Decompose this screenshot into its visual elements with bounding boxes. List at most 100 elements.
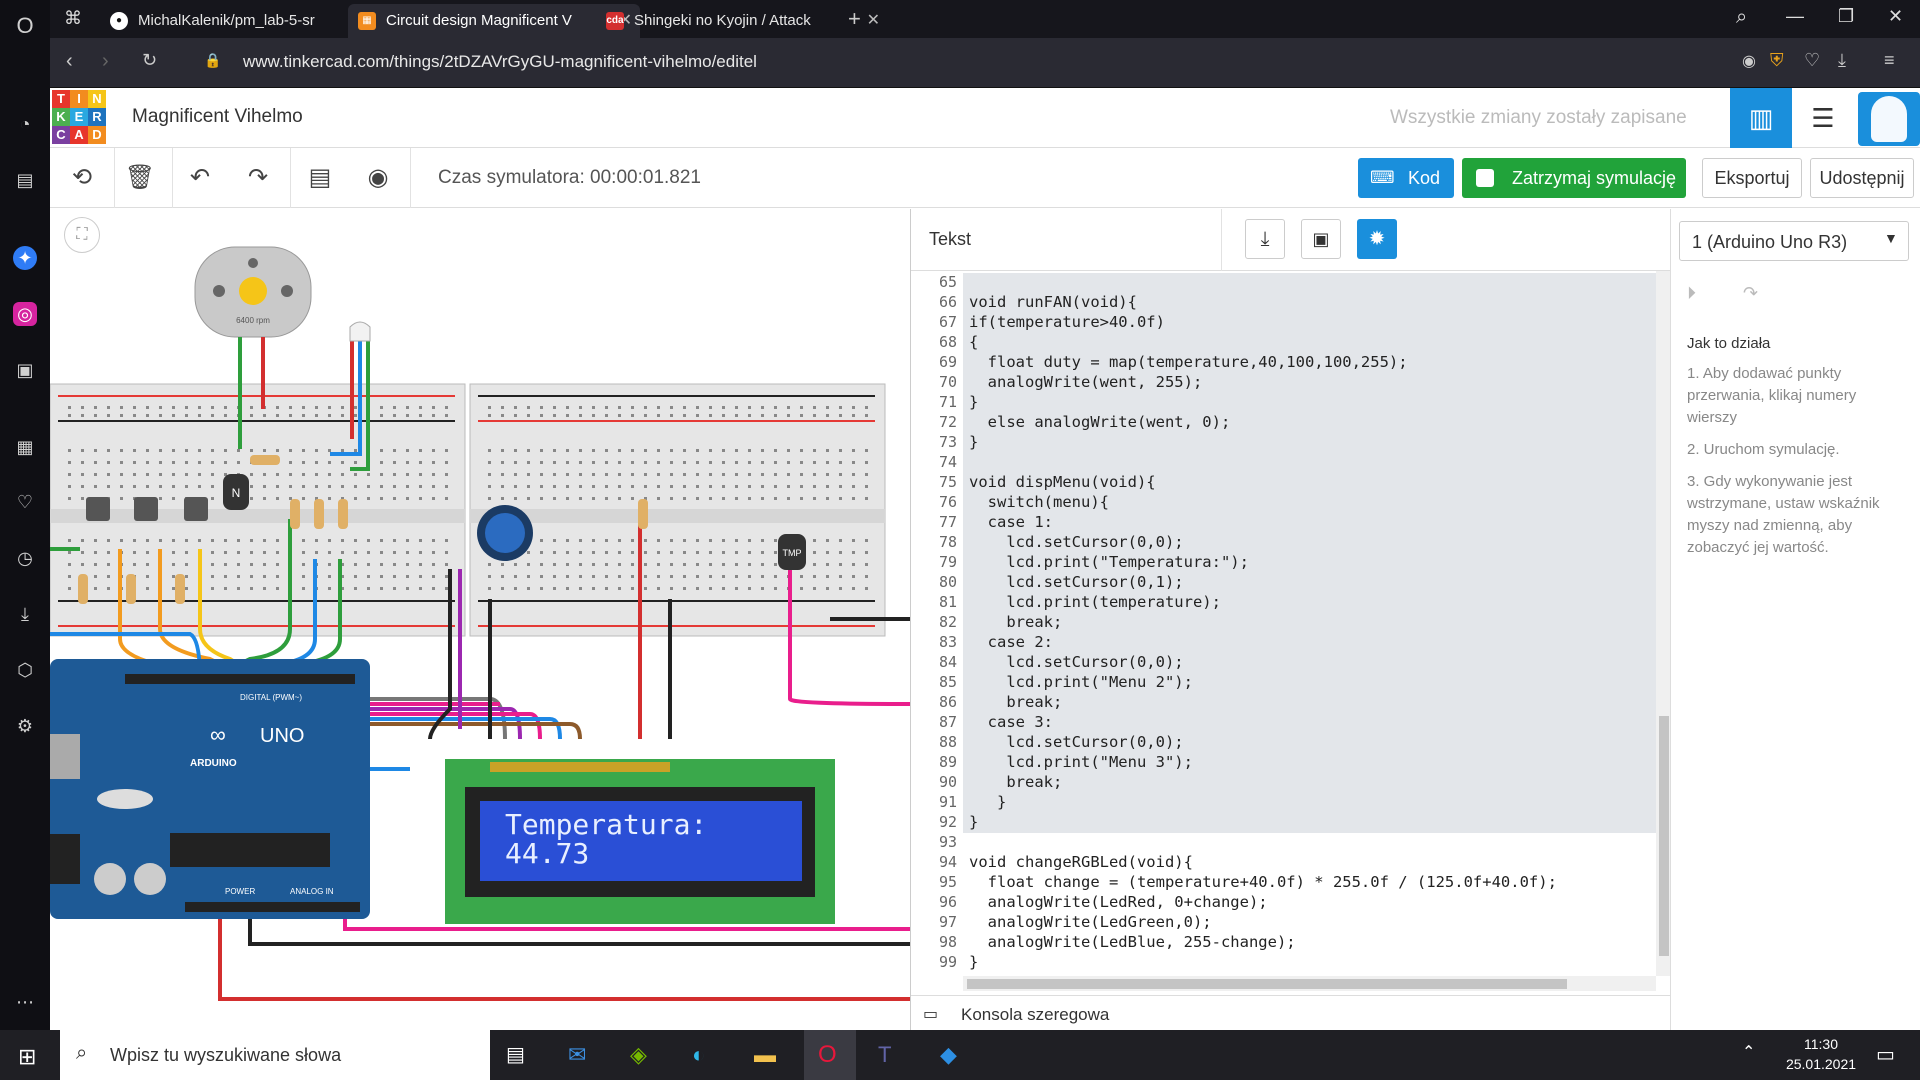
mail-icon[interactable]: ✉ bbox=[568, 1042, 586, 1068]
file-explorer-icon[interactable]: ▬ bbox=[754, 1042, 776, 1068]
code-mode-select[interactable]: Tekst bbox=[929, 229, 971, 250]
libraries-icon[interactable]: ▣ bbox=[1301, 219, 1341, 259]
shield-icon[interactable]: ⛨ bbox=[1770, 50, 1784, 71]
code-line[interactable]: } bbox=[969, 433, 978, 451]
delete-icon[interactable]: 🗑 bbox=[124, 162, 156, 194]
tab-cda[interactable]: cda Shingeki no Kyojin / Attack ✕ bbox=[596, 4, 888, 38]
camera-icon[interactable]: ◉ bbox=[1742, 51, 1756, 71]
line-number[interactable]: 88 bbox=[911, 733, 957, 751]
more-icon[interactable]: ⋯ bbox=[13, 990, 37, 1014]
horizontal-scrollbar[interactable] bbox=[963, 976, 1656, 991]
line-number[interactable]: 89 bbox=[911, 753, 957, 771]
line-number[interactable]: 91 bbox=[911, 793, 957, 811]
line-number[interactable]: 95 bbox=[911, 873, 957, 891]
line-number[interactable]: 71 bbox=[911, 393, 957, 411]
settings-icon[interactable]: ⚙ bbox=[13, 714, 37, 738]
redo-icon[interactable]: ↷ bbox=[242, 162, 274, 194]
project-title[interactable]: Magnificent Vihelmo bbox=[132, 106, 303, 128]
line-number[interactable]: 97 bbox=[911, 913, 957, 931]
cube-icon[interactable]: ⬡ bbox=[13, 658, 37, 682]
taskbar-search[interactable]: ⌕ Wpisz tu wyszukiwane słowa bbox=[60, 1030, 490, 1080]
code-line[interactable]: float change = (temperature+40.0f) * 255… bbox=[969, 873, 1557, 891]
line-number[interactable]: 80 bbox=[911, 573, 957, 591]
code-line[interactable]: void runFAN(void){ bbox=[969, 293, 1137, 311]
serial-console-bar[interactable]: ▭ Konsola szeregowa bbox=[911, 995, 1671, 1031]
heart-icon[interactable]: ♡ bbox=[13, 490, 37, 514]
code-line[interactable]: lcd.print("Temperatura:"); bbox=[969, 553, 1249, 571]
line-number[interactable]: 81 bbox=[911, 593, 957, 611]
code-line[interactable]: } bbox=[969, 393, 978, 411]
code-line[interactable]: else analogWrite(went, 0); bbox=[969, 413, 1231, 431]
messenger-icon[interactable]: ✦ bbox=[13, 246, 37, 270]
back-icon[interactable]: ‹ bbox=[66, 50, 73, 73]
code-line[interactable]: break; bbox=[969, 693, 1062, 711]
url-field[interactable]: www.tinkercad.com/things/2tDZAVrGyGU-mag… bbox=[243, 52, 757, 72]
undo-icon[interactable]: ↶ bbox=[184, 162, 216, 194]
line-number[interactable]: 73 bbox=[911, 433, 957, 451]
stop-simulation-button[interactable]: Zatrzymaj symulację bbox=[1462, 158, 1686, 198]
line-number[interactable]: 86 bbox=[911, 693, 957, 711]
code-line[interactable]: void changeRGBLed(void){ bbox=[969, 853, 1193, 871]
circuit-view-button[interactable]: ▥ bbox=[1730, 88, 1792, 148]
line-number[interactable]: 78 bbox=[911, 533, 957, 551]
line-number[interactable]: 84 bbox=[911, 653, 957, 671]
line-number[interactable]: 82 bbox=[911, 613, 957, 631]
line-number[interactable]: 76 bbox=[911, 493, 957, 511]
line-number[interactable]: 96 bbox=[911, 893, 957, 911]
tray-chevron-icon[interactable]: ⌃ bbox=[1742, 1042, 1755, 1062]
line-number[interactable]: 77 bbox=[911, 513, 957, 531]
code-line[interactable]: case 1: bbox=[969, 513, 1053, 531]
apps-icon[interactable]: ▦ bbox=[13, 435, 37, 459]
line-number[interactable]: 68 bbox=[911, 333, 957, 351]
code-line[interactable]: lcd.setCursor(0,0); bbox=[969, 733, 1183, 751]
close-icon[interactable]: ✕ bbox=[867, 4, 880, 38]
edge-icon[interactable]: ◐ bbox=[692, 1042, 705, 1068]
code-line[interactable]: lcd.print(temperature); bbox=[969, 593, 1221, 611]
line-number[interactable]: 75 bbox=[911, 473, 957, 491]
code-button[interactable]: ⌨ Kod bbox=[1358, 158, 1454, 198]
speed-dial-icon[interactable]: ◔ bbox=[13, 112, 37, 136]
code-line[interactable]: { bbox=[969, 333, 978, 351]
restore-icon[interactable]: ❐ bbox=[1838, 6, 1854, 27]
gamepad-icon[interactable]: ⌘ bbox=[64, 8, 82, 29]
minimize-icon[interactable]: — bbox=[1786, 6, 1804, 27]
code-line[interactable]: case 2: bbox=[969, 633, 1053, 651]
code-line[interactable]: analogWrite(went, 255); bbox=[969, 373, 1203, 391]
opera-logo-icon[interactable]: O bbox=[13, 14, 37, 38]
teams-icon[interactable]: T bbox=[878, 1042, 891, 1068]
line-number[interactable]: 67 bbox=[911, 313, 957, 331]
code-line[interactable]: void dispMenu(void){ bbox=[969, 473, 1156, 491]
code-line[interactable]: lcd.setCursor(0,0); bbox=[969, 653, 1183, 671]
line-number[interactable]: 74 bbox=[911, 453, 957, 471]
menu-icon[interactable]: ≡ bbox=[1884, 50, 1895, 71]
line-number[interactable]: 83 bbox=[911, 633, 957, 651]
close-window-icon[interactable]: ✕ bbox=[1888, 6, 1903, 27]
clock-time[interactable]: 11:30 bbox=[1776, 1036, 1866, 1052]
heart-icon[interactable]: ♡ bbox=[1804, 50, 1820, 71]
device-select[interactable]: 1 (Arduino Uno R3) ▼ bbox=[1679, 221, 1909, 261]
component-list-button[interactable]: ☰ bbox=[1792, 88, 1854, 148]
notifications-icon[interactable]: ▭ bbox=[1876, 1042, 1895, 1067]
vertical-scrollbar[interactable] bbox=[1656, 271, 1671, 976]
code-line[interactable]: if(temperature>40.0f) bbox=[969, 313, 1165, 331]
line-number[interactable]: 79 bbox=[911, 553, 957, 571]
line-number[interactable]: 98 bbox=[911, 933, 957, 951]
code-line[interactable]: float duty = map(temperature,40,100,100,… bbox=[969, 353, 1408, 371]
avatar[interactable] bbox=[1858, 92, 1920, 146]
history-icon[interactable]: ◷ bbox=[13, 546, 37, 570]
opera-taskbar-button[interactable]: O bbox=[804, 1030, 856, 1080]
line-number[interactable]: 72 bbox=[911, 413, 957, 431]
search-icon[interactable]: ⌕ bbox=[1736, 6, 1747, 29]
line-number[interactable]: 99 bbox=[911, 953, 957, 971]
instagram-icon[interactable]: ◎ bbox=[13, 302, 37, 326]
code-line[interactable]: case 3: bbox=[969, 713, 1053, 731]
code-line[interactable]: analogWrite(LedGreen,0); bbox=[969, 913, 1212, 931]
code-line[interactable]: lcd.print("Menu 3"); bbox=[969, 753, 1193, 771]
code-line[interactable]: break; bbox=[969, 773, 1062, 791]
rotate-icon[interactable]: ⟲ bbox=[66, 162, 98, 194]
code-line[interactable]: } bbox=[969, 793, 1006, 811]
line-number[interactable]: 90 bbox=[911, 773, 957, 791]
line-number[interactable]: 87 bbox=[911, 713, 957, 731]
code-line[interactable]: lcd.print("Menu 2"); bbox=[969, 673, 1193, 691]
code-line[interactable]: } bbox=[969, 953, 978, 971]
